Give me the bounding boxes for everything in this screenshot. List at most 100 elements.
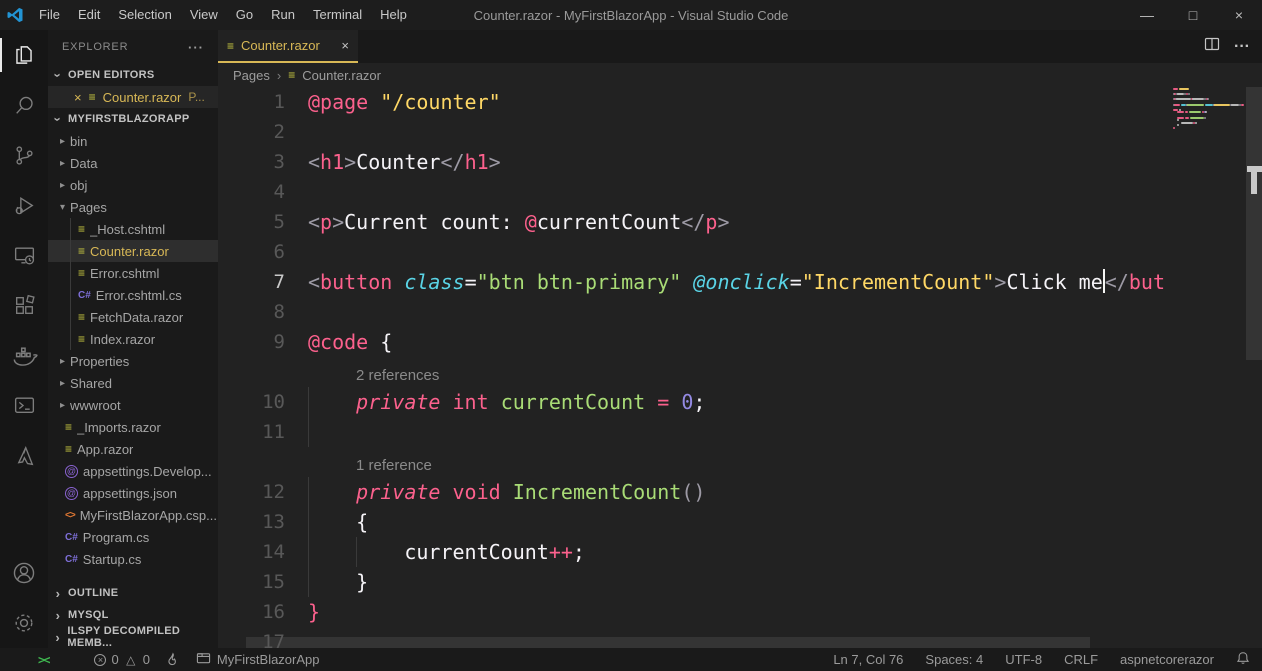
tree-item-index-razor[interactable]: ≡Index.razor [48, 328, 218, 350]
tree-item-myfirstblazorapp-csp-[interactable]: <>MyFirstBlazorApp.csp... [48, 504, 218, 526]
code-row[interactable]: 9@code { [218, 327, 1262, 357]
code-token: p [705, 210, 717, 234]
code-row[interactable]: 12 private void IncrementCount() [218, 477, 1262, 507]
bell-icon[interactable] [1236, 651, 1250, 668]
code-row[interactable]: 3<h1>Counter</h1> [218, 147, 1262, 177]
tree-item-appsettings-develop-[interactable]: @appsettings.Develop... [48, 460, 218, 482]
status-eol-sequence[interactable]: CRLF [1064, 652, 1098, 667]
tree-item-wwwroot[interactable]: ▸wwwroot [48, 394, 218, 416]
menu-go[interactable]: Go [227, 0, 262, 30]
menu-edit[interactable]: Edit [69, 0, 109, 30]
status-indentation[interactable]: Spaces: 4 [925, 652, 983, 667]
code-row[interactable]: 7<button class="btn btn-primary" @onclic… [218, 267, 1262, 297]
code-row[interactable]: 6 [218, 237, 1262, 267]
code-row[interactable]: 5<p>Current count: @currentCount</p> [218, 207, 1262, 237]
azure-icon [12, 443, 37, 468]
menu-help[interactable]: Help [371, 0, 416, 30]
breadcrumb[interactable]: Pages › ≡ Counter.razor [218, 63, 1262, 87]
activity-accounts[interactable] [0, 548, 48, 598]
activity-docker[interactable] [0, 330, 48, 380]
code-area[interactable]: 1@page "/counter"23<h1>Counter</h1>45<p>… [218, 87, 1262, 648]
tree-item--host-cshtml[interactable]: ≡_Host.cshtml [48, 218, 218, 240]
sidebar-more-actions-icon[interactable]: ··· [188, 40, 204, 55]
code-row[interactable]: 14 currentCount++; [218, 537, 1262, 567]
tab-counter-razor[interactable]: ≡ Counter.razor × [218, 30, 358, 63]
code-row[interactable]: 13 { [218, 507, 1262, 537]
close-button[interactable]: × [1216, 0, 1262, 30]
code-row[interactable]: 8 [218, 297, 1262, 327]
tree-item-label: wwwroot [70, 398, 121, 413]
tab-close-icon[interactable]: × [341, 38, 349, 53]
tree-item-fetchdata-razor[interactable]: ≡FetchData.razor [48, 306, 218, 328]
activity-extensions[interactable] [0, 280, 48, 330]
activity-azure[interactable] [0, 430, 48, 480]
codelens-row[interactable]: 2 references [218, 357, 1262, 387]
tree-item-obj[interactable]: ▸obj [48, 174, 218, 196]
code-row[interactable]: 2 [218, 117, 1262, 147]
tree-item-properties[interactable]: ▸Properties [48, 350, 218, 372]
activity-explorer[interactable] [0, 30, 48, 80]
code-row[interactable]: 15 } [218, 567, 1262, 597]
tree-item-data[interactable]: ▸Data [48, 152, 218, 174]
remote-indicator-icon[interactable]: >< [38, 653, 48, 667]
chevron-right-icon: ▸ [60, 356, 65, 367]
menu-terminal[interactable]: Terminal [304, 0, 371, 30]
menu-run[interactable]: Run [262, 0, 304, 30]
code-token: button [320, 270, 392, 294]
menu-selection[interactable]: Selection [109, 0, 180, 30]
problems-status[interactable]: × 0 △ 0 [94, 652, 149, 667]
activity-remote-explorer[interactable] [0, 230, 48, 280]
menu-view[interactable]: View [181, 0, 227, 30]
code-token: p [320, 210, 332, 234]
activity-settings[interactable] [0, 598, 48, 648]
maximize-button[interactable]: □ [1170, 0, 1216, 30]
code-token [669, 390, 681, 414]
tree-item--imports-razor[interactable]: ≡_Imports.razor [48, 416, 218, 438]
section-ilspy-decompiled-memb-[interactable]: ›ILSPY DECOMPILED MEMB... [48, 626, 218, 648]
code-token: h1 [320, 150, 344, 174]
close-icon[interactable]: × [74, 90, 82, 105]
settings-icon [11, 610, 37, 636]
open-editors-section-header[interactable]: › OPEN EDITORS [48, 64, 218, 86]
activity-source-control[interactable] [0, 130, 48, 180]
code-row[interactable]: 1@page "/counter" [218, 87, 1262, 117]
flame-icon[interactable] [166, 652, 180, 667]
activity-run-debug[interactable] [0, 180, 48, 230]
breadcrumb-folder[interactable]: Pages [233, 68, 270, 83]
code-row[interactable]: 4 [218, 177, 1262, 207]
section-outline[interactable]: ›OUTLINE [48, 582, 218, 604]
warning-icon: △ [124, 654, 138, 666]
status-cursor-position[interactable]: Ln 7, Col 76 [833, 652, 903, 667]
code-row[interactable]: 16} [218, 597, 1262, 627]
activity-powershell[interactable] [0, 380, 48, 430]
tree-item-error-cshtml-cs[interactable]: C#Error.cshtml.cs [48, 284, 218, 306]
split-editor-icon[interactable] [1204, 36, 1220, 57]
status-language-mode[interactable]: aspnetcorerazor [1120, 652, 1214, 667]
tree-item-label: _Imports.razor [77, 420, 161, 435]
line-number: 11 [218, 417, 285, 447]
minimize-button[interactable]: — [1124, 0, 1170, 30]
status-encoding[interactable]: UTF-8 [1005, 652, 1042, 667]
breadcrumb-file[interactable]: Counter.razor [302, 68, 381, 83]
open-editor-item-counter-razor[interactable]: × ≡ Counter.razor P... [48, 86, 218, 108]
tree-item-startup-cs[interactable]: C#Startup.cs [48, 548, 218, 570]
section-label: MYSQL [68, 609, 109, 621]
more-actions-icon[interactable]: ··· [1234, 38, 1250, 56]
code-row[interactable]: 17 [218, 627, 1262, 648]
code-row[interactable]: 10 private int currentCount = 0; [218, 387, 1262, 417]
codelens-row[interactable]: 1 reference [218, 447, 1262, 477]
tree-item-appsettings-json[interactable]: @appsettings.json [48, 482, 218, 504]
tree-item-shared[interactable]: ▸Shared [48, 372, 218, 394]
tree-item-program-cs[interactable]: C#Program.cs [48, 526, 218, 548]
code-row[interactable]: 11 [218, 417, 1262, 447]
tree-item-counter-razor[interactable]: ≡Counter.razor [48, 240, 218, 262]
project-status[interactable]: MyFirstBlazorApp [196, 651, 320, 668]
menu-file[interactable]: File [30, 0, 69, 30]
project-section-header[interactable]: › MYFIRSTBLAZORAPP [48, 108, 218, 130]
section-mysql[interactable]: ›MYSQL [48, 604, 218, 626]
tree-item-bin[interactable]: ▸bin [48, 130, 218, 152]
tree-item-error-cshtml[interactable]: ≡Error.cshtml [48, 262, 218, 284]
tree-item-pages[interactable]: ▾Pages [48, 196, 218, 218]
activity-search[interactable] [0, 80, 48, 130]
tree-item-app-razor[interactable]: ≡App.razor [48, 438, 218, 460]
